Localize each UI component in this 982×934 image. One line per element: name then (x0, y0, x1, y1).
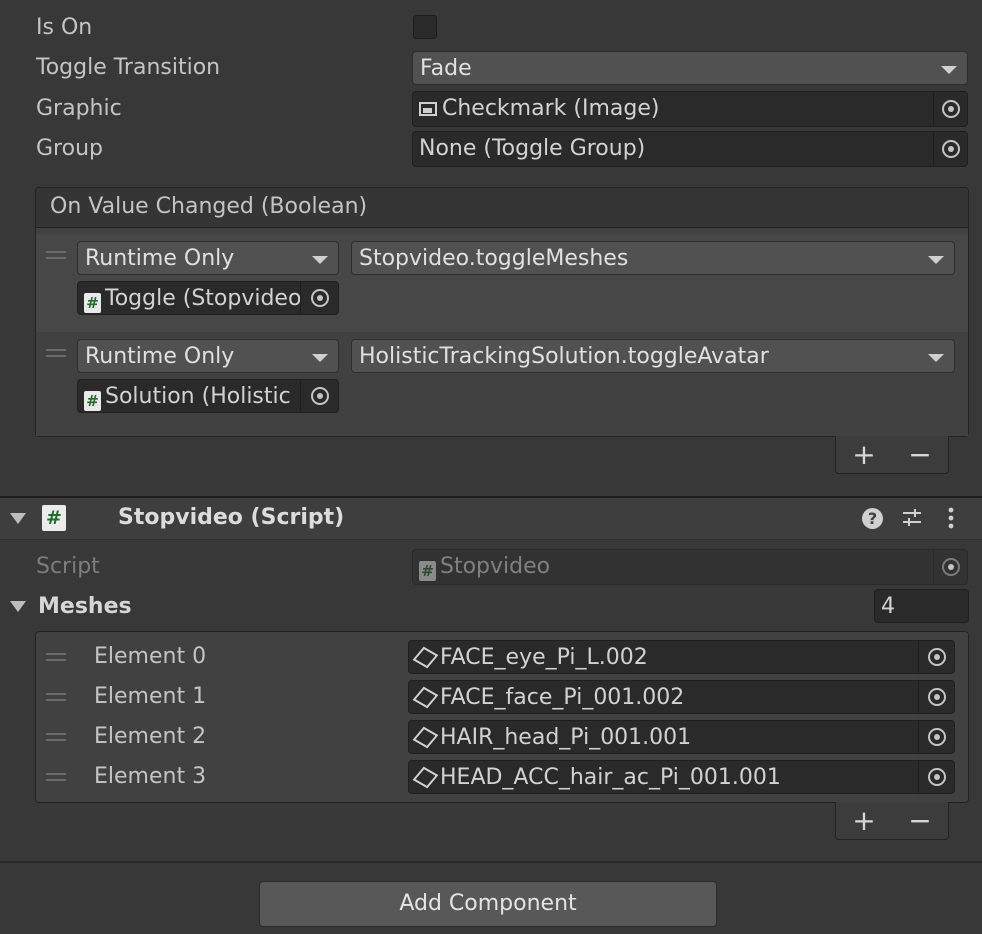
script-icon: # (42, 505, 66, 531)
group-field[interactable]: None (Toggle Group) (412, 131, 968, 167)
component-header[interactable]: # Stopvideo (Script) ? (0, 498, 982, 540)
target-icon (941, 100, 960, 118)
mesh-icon (412, 726, 439, 749)
target-icon (927, 648, 946, 666)
event-title: On Value Changed (Boolean) (50, 194, 368, 219)
is-on-checkbox[interactable] (413, 15, 437, 39)
runtime-mode-dropdown[interactable]: Runtime Only (77, 241, 339, 275)
component-title: Stopvideo (Script) (118, 505, 345, 530)
target-object-value: Solution (Holistic (105, 384, 291, 409)
foldout-arrow-icon[interactable] (10, 601, 26, 612)
target-icon (310, 289, 329, 307)
element-label: Element 2 (94, 724, 207, 749)
runtime-mode-dropdown[interactable]: Runtime Only (77, 339, 339, 373)
group-label: Group (36, 136, 103, 161)
mesh-icon (412, 766, 439, 789)
help-icon[interactable]: ? (862, 508, 883, 529)
target-object-field[interactable]: # Toggle (Stopvideo (77, 281, 339, 315)
object-picker-button[interactable] (300, 282, 338, 314)
function-value: HolisticTrackingSolution.toggleAvatar (359, 344, 769, 369)
script-icon: # (84, 391, 101, 411)
toggle-transition-label: Toggle Transition (36, 55, 221, 80)
add-element-button[interactable]: + (852, 804, 875, 837)
mesh-value: FACE_face_Pi_001.002 (440, 685, 685, 710)
object-picker-button[interactable] (918, 681, 954, 713)
function-value: Stopvideo.toggleMeshes (359, 246, 629, 271)
foldout-arrow-icon[interactable] (10, 513, 26, 524)
target-icon (941, 558, 960, 576)
runtime-mode-value: Runtime Only (85, 246, 235, 271)
graphic-value: Checkmark (Image) (442, 96, 660, 121)
remove-listener-button[interactable]: − (908, 438, 931, 471)
group-value: None (Toggle Group) (419, 136, 646, 161)
runtime-mode-value: Runtime Only (85, 344, 235, 369)
chevron-down-icon (928, 256, 944, 264)
meshes-add-remove: + − (835, 802, 949, 840)
script-field: # Stopvideo (412, 549, 968, 585)
remove-element-button[interactable]: − (908, 804, 931, 837)
chevron-down-icon (928, 354, 944, 362)
chevron-down-icon (941, 66, 957, 74)
target-object-value: Toggle (Stopvideo (105, 286, 302, 311)
mesh-field[interactable]: FACE_eye_Pi_L.002 (408, 640, 955, 674)
object-picker-button[interactable] (300, 380, 338, 412)
target-icon (927, 768, 946, 786)
script-icon: # (419, 561, 436, 581)
graphic-label: Graphic (36, 96, 122, 121)
event-add-remove: + − (835, 436, 949, 474)
object-picker-button[interactable] (933, 132, 967, 166)
object-picker-button[interactable] (918, 761, 954, 793)
object-picker-button (933, 550, 967, 584)
meshes-size-input[interactable]: 4 (874, 589, 969, 623)
element-label: Element 3 (94, 764, 207, 789)
element-label: Element 1 (94, 684, 207, 709)
mesh-icon (412, 686, 439, 709)
more-menu-icon[interactable] (945, 506, 957, 530)
script-icon: # (84, 293, 101, 313)
presets-icon[interactable] (901, 508, 923, 528)
element-label: Element 0 (94, 644, 207, 669)
target-icon (927, 688, 946, 706)
drag-handle-icon[interactable] (46, 733, 66, 741)
function-dropdown[interactable]: HolisticTrackingSolution.toggleAvatar (351, 339, 955, 373)
chevron-down-icon (312, 256, 328, 264)
image-icon (419, 102, 437, 116)
toggle-transition-value: Fade (420, 56, 472, 81)
mesh-value: HAIR_head_Pi_001.001 (440, 725, 692, 750)
object-picker-button[interactable] (918, 721, 954, 753)
chevron-down-icon (312, 354, 328, 362)
add-listener-button[interactable]: + (852, 438, 875, 471)
event-header: On Value Changed (Boolean) (36, 188, 968, 228)
mesh-value: HEAD_ACC_hair_ac_Pi_001.001 (440, 765, 781, 790)
target-object-field[interactable]: # Solution (Holistic (77, 379, 339, 413)
drag-handle-icon[interactable] (46, 773, 66, 781)
object-picker-button[interactable] (918, 641, 954, 673)
mesh-value: FACE_eye_Pi_L.002 (440, 645, 648, 670)
function-dropdown[interactable]: Stopvideo.toggleMeshes (351, 241, 955, 275)
is-on-label: Is On (36, 15, 93, 40)
mesh-field[interactable]: FACE_face_Pi_001.002 (408, 680, 955, 714)
object-picker-button[interactable] (933, 92, 967, 126)
graphic-field[interactable]: Checkmark (Image) (412, 91, 968, 127)
mesh-icon (412, 646, 439, 669)
mesh-field[interactable]: HEAD_ACC_hair_ac_Pi_001.001 (408, 760, 955, 794)
toggle-transition-dropdown[interactable]: Fade (412, 51, 968, 85)
add-component-button[interactable]: Add Component (259, 881, 717, 927)
target-icon (941, 140, 960, 158)
script-label: Script (36, 554, 100, 579)
target-icon (310, 387, 329, 405)
meshes-label[interactable]: Meshes (38, 587, 132, 627)
drag-handle-icon[interactable] (46, 349, 66, 357)
drag-handle-icon[interactable] (46, 693, 66, 701)
target-icon (927, 728, 946, 746)
drag-handle-icon[interactable] (46, 653, 66, 661)
mesh-field[interactable]: HAIR_head_Pi_001.001 (408, 720, 955, 754)
divider (0, 861, 982, 863)
script-value: Stopvideo (440, 554, 551, 579)
drag-handle-icon[interactable] (46, 251, 66, 259)
